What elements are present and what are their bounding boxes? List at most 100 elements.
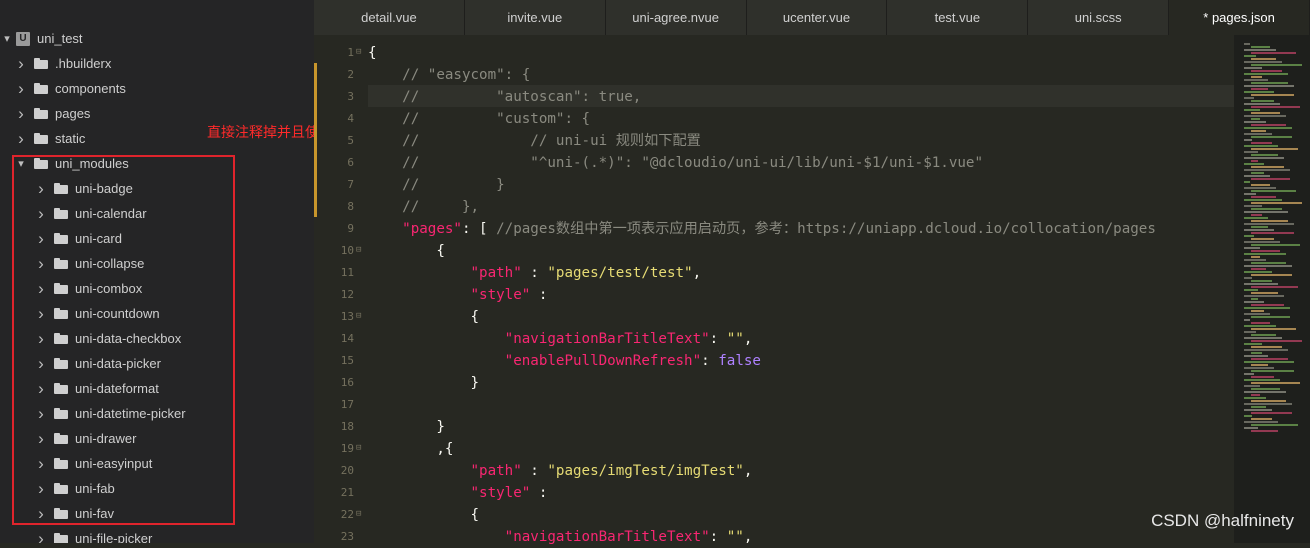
tab-uni-scss[interactable]: uni.scss xyxy=(1028,0,1170,35)
tree-item[interactable]: › uni-file-picker xyxy=(0,526,314,543)
minimap-line xyxy=(1244,253,1286,255)
line-number: 13 xyxy=(340,310,354,323)
tab-pages-json[interactable]: * pages.json xyxy=(1169,0,1310,35)
code-editor[interactable]: 1 ⊟{2 // "easycom": {3 // "autoscan": tru… xyxy=(314,35,1234,545)
minimap-line xyxy=(1251,82,1288,84)
minimap-line xyxy=(1251,208,1282,210)
minimap-line xyxy=(1244,349,1288,351)
minimap-line xyxy=(1244,229,1274,231)
minimap-line xyxy=(1251,238,1274,240)
code-token: "" xyxy=(726,331,744,347)
line-number: 16 xyxy=(340,376,354,389)
folder-icon xyxy=(34,58,48,69)
minimap-line xyxy=(1251,256,1260,258)
fold-toggle-icon[interactable]: ⊟ xyxy=(356,509,361,519)
minimap-line xyxy=(1244,403,1292,405)
line-number: 8 xyxy=(347,200,354,213)
minimap-line xyxy=(1251,304,1284,306)
minimap-line xyxy=(1251,430,1278,432)
minimap-line xyxy=(1244,43,1250,45)
chevron-right-icon[interactable]: › xyxy=(16,104,26,123)
code-line: { xyxy=(368,306,479,328)
watermark: CSDN @halfninety xyxy=(1151,511,1294,530)
chevron-right-icon[interactable]: › xyxy=(16,54,26,73)
minimap-line xyxy=(1251,118,1260,120)
minimap-line xyxy=(1251,250,1280,252)
line-number: 6 xyxy=(347,156,354,169)
code-token: //pages数组中第一项表示应用启动页，参考：https://uniapp.d… xyxy=(496,221,1156,237)
minimap-line xyxy=(1244,391,1286,393)
minimap-line xyxy=(1244,211,1288,213)
minimap-line xyxy=(1251,112,1280,114)
minimap-line xyxy=(1251,370,1294,372)
code-token: } xyxy=(368,375,480,391)
tab-detail-vue[interactable]: detail.vue xyxy=(314,0,465,35)
minimap-line xyxy=(1251,388,1280,390)
minimap[interactable] xyxy=(1234,35,1310,543)
code-line: "path" : "pages/test/test", xyxy=(368,262,702,284)
code-token: : xyxy=(521,463,548,479)
minimap-line xyxy=(1251,190,1296,192)
folder-icon xyxy=(34,133,48,144)
line-number: 5 xyxy=(347,134,354,147)
minimap-line xyxy=(1251,358,1288,360)
minimap-line xyxy=(1244,313,1270,315)
minimap-line xyxy=(1244,79,1268,81)
minimap-line xyxy=(1251,64,1302,66)
minimap-line xyxy=(1244,205,1262,207)
minimap-line xyxy=(1244,355,1268,357)
code-token: : xyxy=(530,287,548,303)
minimap-line xyxy=(1244,343,1262,345)
minimap-line xyxy=(1244,337,1282,339)
minimap-line xyxy=(1251,310,1264,312)
minimap-line xyxy=(1251,166,1284,168)
line-number: 20 xyxy=(340,464,354,477)
tab-test-vue[interactable]: test.vue xyxy=(887,0,1029,35)
chevron-right-icon[interactable]: › xyxy=(36,529,46,544)
minimap-line xyxy=(1244,289,1258,291)
minimap-line xyxy=(1251,178,1290,180)
fold-toggle-icon[interactable]: ⊟ xyxy=(356,311,361,321)
minimap-line xyxy=(1244,415,1252,417)
code-token: { xyxy=(368,507,480,523)
minimap-line xyxy=(1251,274,1292,276)
line-number: 2 xyxy=(347,68,354,81)
code-token: "style" xyxy=(470,485,531,501)
minimap-line xyxy=(1244,127,1292,129)
tree-root-uni-test[interactable]: ▾ U uni_test xyxy=(0,26,314,51)
code-token: , xyxy=(743,331,753,347)
chevron-right-icon[interactable]: › xyxy=(16,79,26,98)
minimap-line xyxy=(1244,307,1290,309)
tab-ucenter-vue[interactable]: ucenter.vue xyxy=(746,0,888,35)
tab-invite-vue[interactable]: invite.vue xyxy=(464,0,606,35)
minimap-line xyxy=(1251,160,1258,162)
chevron-right-icon[interactable]: › xyxy=(16,129,26,148)
minimap-line xyxy=(1244,325,1276,327)
minimap-line xyxy=(1244,109,1260,111)
code-token: // "custom": { xyxy=(368,111,591,127)
minimap-line xyxy=(1244,157,1284,159)
code-token: "pages/imgTest/imgTest" xyxy=(547,463,744,479)
code-token: { xyxy=(368,309,480,325)
minimap-line xyxy=(1244,175,1270,177)
minimap-line xyxy=(1244,427,1258,429)
minimap-line xyxy=(1244,121,1266,123)
fold-toggle-icon[interactable]: ⊟ xyxy=(356,443,361,453)
minimap-line xyxy=(1251,154,1278,156)
code-line: { xyxy=(368,42,377,64)
minimap-line xyxy=(1244,361,1294,363)
minimap-line xyxy=(1251,94,1294,96)
line-number: 18 xyxy=(340,420,354,433)
code-line: // }, xyxy=(368,196,479,218)
tab-uni-agree-nvue[interactable]: uni-agree.nvue xyxy=(605,0,747,35)
tree-item[interactable]: › .hbuilderx xyxy=(0,51,314,76)
fold-toggle-icon[interactable]: ⊟ xyxy=(356,245,361,255)
minimap-line xyxy=(1244,223,1294,225)
tree-item[interactable]: › components xyxy=(0,76,314,101)
fold-toggle-icon[interactable]: ⊟ xyxy=(356,47,361,57)
chevron-down-icon[interactable]: ▾ xyxy=(2,33,12,45)
code-line: ,{ xyxy=(368,438,453,460)
